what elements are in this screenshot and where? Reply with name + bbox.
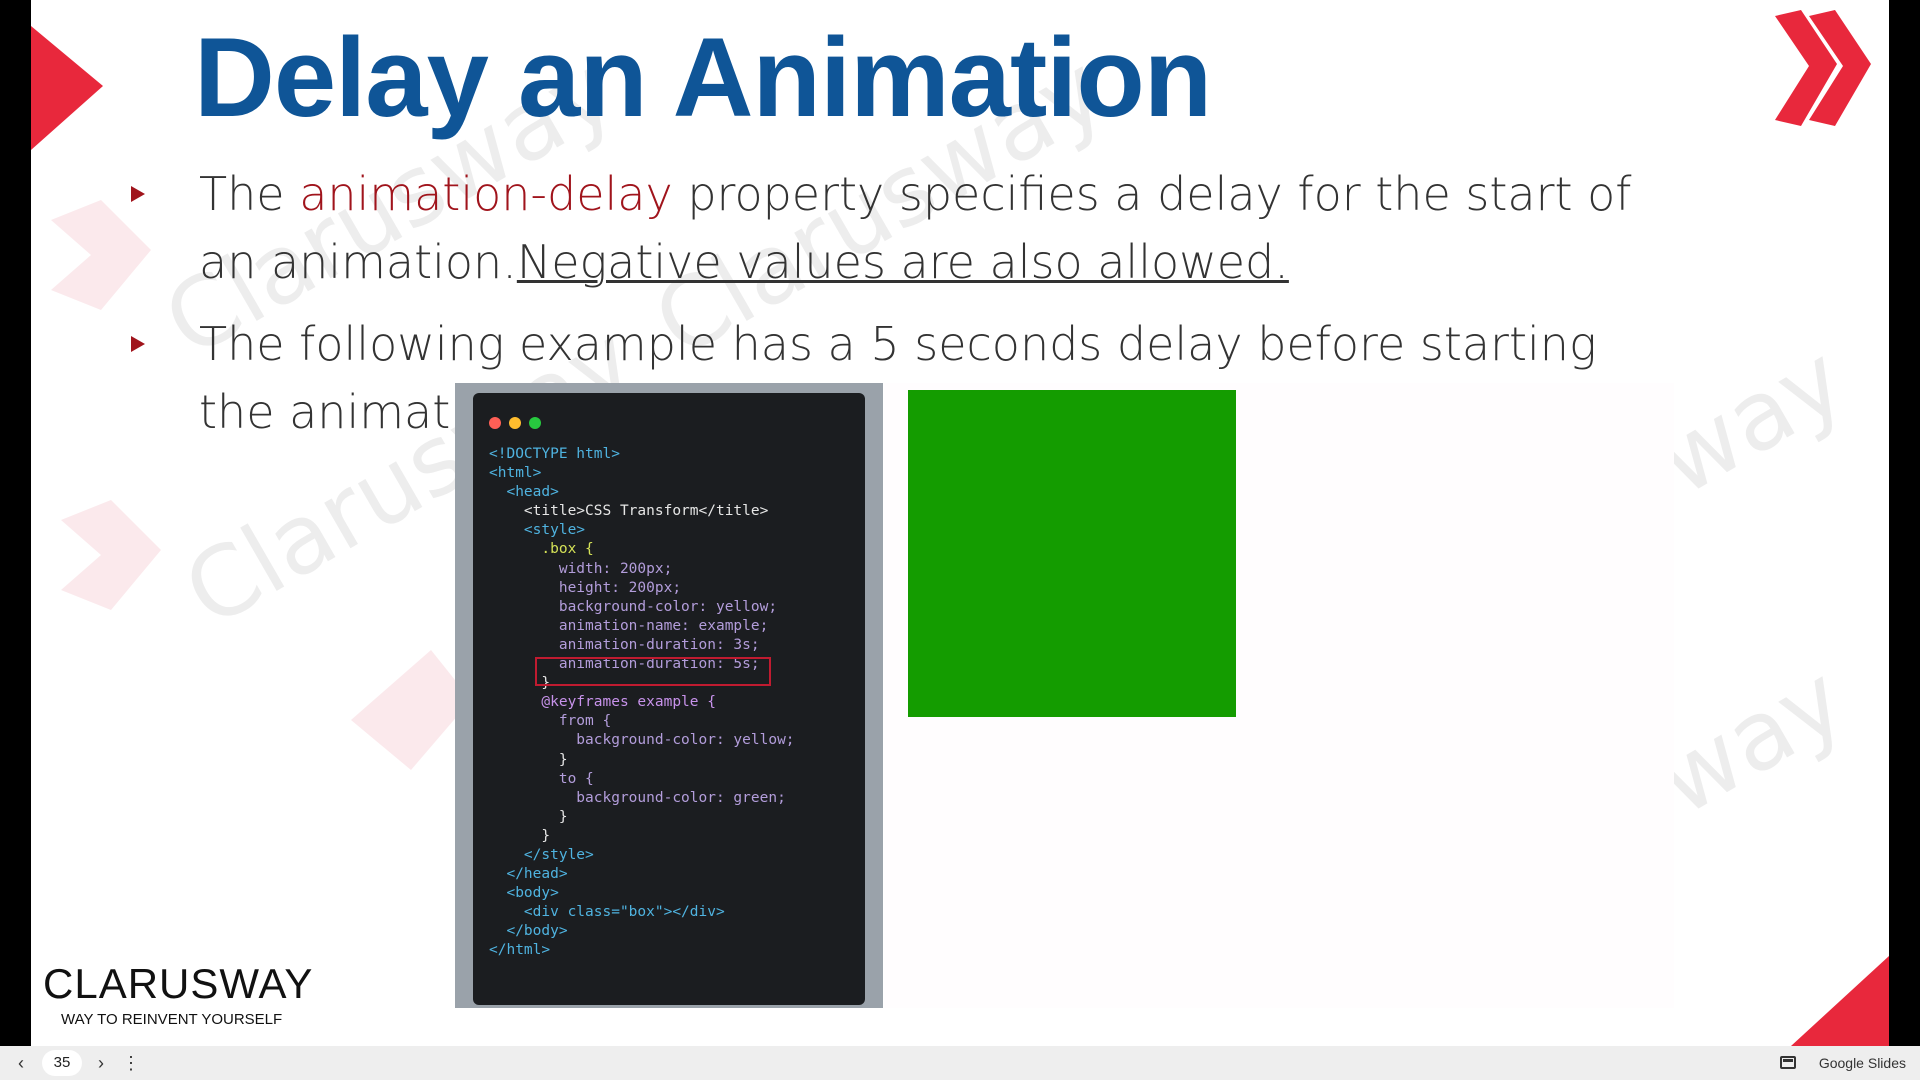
- corner-triangle-left-icon: [31, 26, 103, 150]
- code-window: <!DOCTYPE html> <html> <head> <title>CSS…: [473, 393, 865, 1005]
- chevron-left-icon[interactable]: ‹: [10, 1052, 32, 1074]
- slide-canvas: Clarusway Clarusway Clarusway Clarusway …: [31, 0, 1889, 1046]
- code-line: </html>: [489, 942, 551, 959]
- code-block: <!DOCTYPE html> <html> <head> <title>CSS…: [489, 445, 795, 961]
- code-highlight-box: [535, 657, 771, 686]
- animated-box: [908, 390, 1236, 717]
- code-line: animation-duration: 3s;: [489, 636, 760, 653]
- code-line: <title>CSS Transform</title>: [489, 503, 769, 520]
- logo-name: CLARUSWAY: [43, 960, 314, 1007]
- code-line: .box {: [489, 541, 594, 558]
- maximize-dot-icon: [529, 417, 541, 429]
- more-vert-icon[interactable]: ⋮: [120, 1052, 142, 1074]
- google-slides-icon[interactable]: [1780, 1056, 1796, 1069]
- code-line: }: [489, 808, 568, 825]
- chevron-right-icon[interactable]: ›: [90, 1052, 112, 1074]
- code-line: width: 200px;: [489, 560, 673, 577]
- bullet-1-highlight: animation-delay: [299, 167, 673, 221]
- code-line: background-color: green;: [489, 789, 786, 806]
- code-line: </head>: [489, 866, 568, 883]
- google-slides-label[interactable]: Google Slides: [1819, 1055, 1906, 1071]
- code-line: <body>: [489, 885, 559, 902]
- minimize-dot-icon: [509, 417, 521, 429]
- close-dot-icon: [489, 417, 501, 429]
- code-line: height: 200px;: [489, 579, 682, 596]
- bullet-1-pre: The: [199, 167, 300, 221]
- page-number[interactable]: 35: [42, 1050, 82, 1076]
- code-line: <!DOCTYPE html>: [489, 446, 620, 462]
- clarusway-logo: CLARUSWAY WAY TO REINVENT YOURSELF: [43, 960, 314, 1029]
- code-line: to {: [489, 770, 594, 787]
- code-line: background-color: yellow;: [489, 598, 778, 615]
- corner-triangle-right-icon: [1791, 956, 1889, 1046]
- bullet-1-underlined: Negative values are also allowed.: [516, 235, 1289, 289]
- code-line: animation-name: example;: [489, 617, 769, 634]
- logo-tagline: WAY TO REINVENT YOURSELF: [61, 1011, 283, 1028]
- code-line: }: [489, 827, 551, 844]
- bullet-marker-icon: [131, 186, 145, 202]
- code-line: from {: [489, 713, 612, 730]
- code-line: background-color: yellow;: [489, 732, 795, 749]
- code-line: </style>: [489, 846, 594, 863]
- code-line: }: [489, 751, 568, 768]
- watermark-chevron-icon: [61, 500, 161, 610]
- code-line: </body>: [489, 923, 568, 940]
- double-chevron-logo-icon: [1775, 10, 1871, 126]
- code-line: <div class="box"></div>: [489, 904, 725, 921]
- slide-title: Delay an Animation: [194, 15, 1212, 140]
- code-line: @keyframes example {: [489, 694, 716, 711]
- slides-bottom-bar: ‹ 35 › ⋮ Google Slides: [0, 1046, 1920, 1080]
- code-line: <style>: [489, 522, 586, 539]
- code-line: <html>: [489, 465, 542, 482]
- code-line: <head>: [489, 484, 559, 501]
- watermark-chevron-icon: [51, 200, 151, 310]
- bullet-marker-icon: [131, 336, 145, 352]
- bullet-text-1: The animation-delay property specifies a…: [199, 160, 1699, 296]
